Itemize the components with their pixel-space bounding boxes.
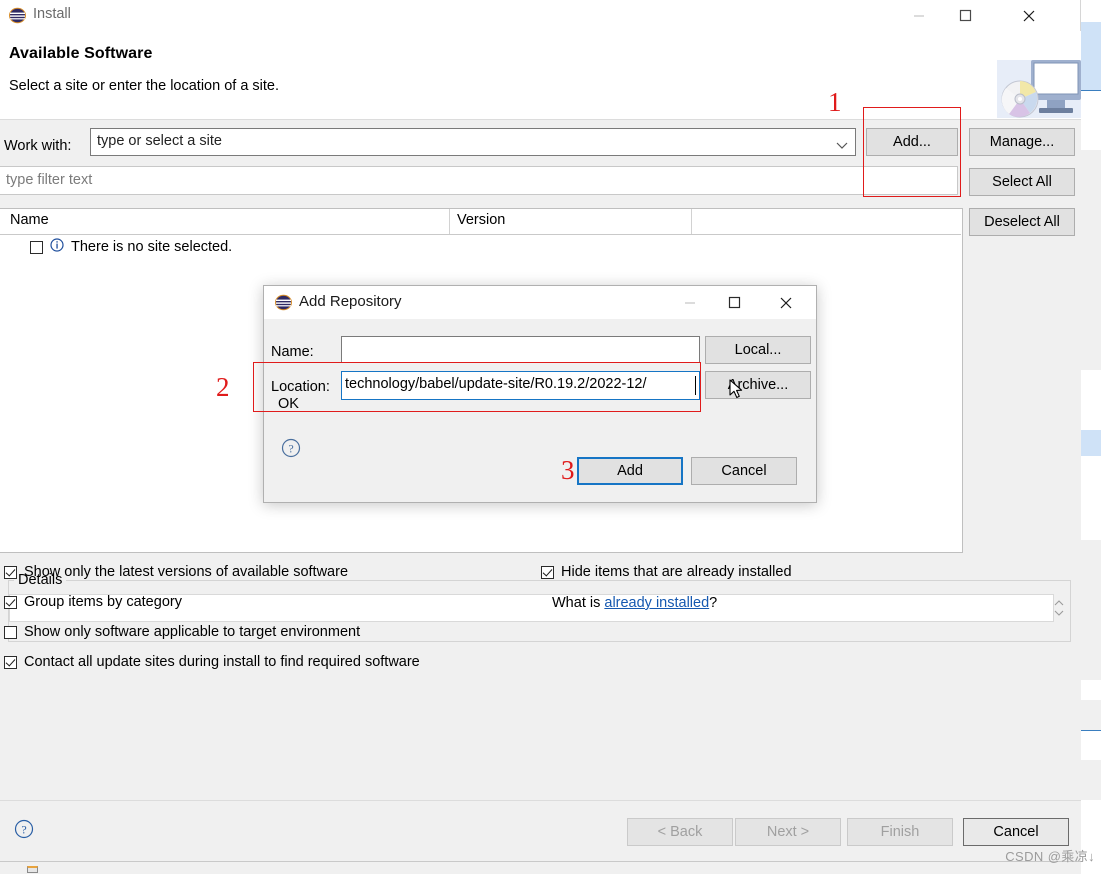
close-icon[interactable] bbox=[764, 286, 808, 319]
what-is-suffix: ? bbox=[709, 595, 718, 611]
manage-button[interactable]: Manage... bbox=[969, 128, 1075, 156]
location-input[interactable]: technology/babel/update-site/R0.19.2/202… bbox=[341, 371, 700, 400]
local-button[interactable]: Local... bbox=[705, 336, 811, 364]
background-panel bbox=[1081, 150, 1101, 370]
back-button[interactable]: < Back bbox=[627, 818, 733, 846]
background-window bbox=[1081, 0, 1101, 873]
filter-input[interactable]: type filter text bbox=[0, 166, 958, 195]
dialog-status-text: OK bbox=[278, 396, 299, 412]
page-subtitle: Select a site or enter the location of a… bbox=[9, 78, 280, 94]
dialog-cancel-button[interactable]: Cancel bbox=[691, 457, 797, 485]
location-value: technology/babel/update-site/R0.19.2/202… bbox=[345, 376, 647, 392]
column-divider-1 bbox=[449, 209, 450, 234]
table-header: Name Version bbox=[0, 209, 961, 235]
already-installed-link[interactable]: already installed bbox=[604, 595, 709, 611]
background-panel-4 bbox=[1081, 760, 1101, 800]
archive-button[interactable]: Archive... bbox=[705, 371, 811, 399]
title-bar: Install bbox=[0, 0, 1080, 31]
mouse-pointer-icon bbox=[729, 379, 745, 405]
chevron-down-icon bbox=[836, 138, 848, 154]
close-icon[interactable] bbox=[1006, 0, 1052, 31]
work-with-label: Work with: bbox=[4, 138, 72, 154]
what-is-prefix: What is bbox=[552, 595, 605, 611]
background-highlight-2 bbox=[1081, 430, 1101, 456]
checkbox[interactable] bbox=[4, 565, 17, 579]
spinner-arrows-icon[interactable] bbox=[1052, 594, 1066, 622]
background-accent-line bbox=[1081, 90, 1101, 91]
add-site-button[interactable]: Add... bbox=[866, 128, 958, 156]
finish-button[interactable]: Finish bbox=[847, 818, 953, 846]
help-icon[interactable]: ? bbox=[14, 819, 34, 843]
dialog-title-bar: Add Repository bbox=[264, 286, 816, 319]
add-repository-dialog: Add Repository Name: Location: technolog… bbox=[263, 285, 817, 503]
option-latest-versions[interactable]: Show only the latest versions of availab… bbox=[4, 564, 348, 580]
bottom-nub bbox=[27, 866, 38, 873]
option-label: Show only software applicable to target … bbox=[24, 624, 361, 640]
what-is-installed-text: What is already installed? bbox=[552, 595, 717, 611]
background-highlight bbox=[1081, 22, 1101, 90]
svg-text:?: ? bbox=[21, 823, 26, 837]
name-input[interactable] bbox=[341, 336, 700, 363]
checkbox[interactable] bbox=[4, 655, 17, 669]
minimize-icon[interactable] bbox=[668, 286, 712, 319]
work-with-value: type or select a site bbox=[97, 133, 222, 149]
row-name: There is no site selected. bbox=[71, 239, 233, 255]
option-contact-update-sites[interactable]: Contact all update sites during install … bbox=[4, 654, 420, 670]
eclipse-sphere-icon bbox=[9, 7, 26, 24]
checkbox[interactable] bbox=[541, 565, 554, 579]
dialog-title: Add Repository bbox=[299, 293, 402, 310]
background-accent-line-2 bbox=[1081, 730, 1101, 731]
table-row[interactable]: There is no site selected. bbox=[0, 235, 232, 259]
window-title: Install bbox=[33, 6, 71, 22]
option-applicable-target[interactable]: Show only software applicable to target … bbox=[4, 624, 360, 640]
option-label: Group items by category bbox=[24, 594, 182, 610]
deselect-all-button[interactable]: Deselect All bbox=[969, 208, 1075, 236]
maximize-icon[interactable] bbox=[942, 0, 988, 31]
bottom-strip bbox=[0, 861, 1081, 874]
watermark: CSDN @乘凉↓ bbox=[1005, 849, 1095, 864]
option-label: Hide items that are already installed bbox=[561, 564, 792, 580]
column-header-name: Name bbox=[10, 212, 49, 228]
location-label: Location: bbox=[271, 379, 330, 395]
option-group-by-category[interactable]: Group items by category bbox=[4, 594, 182, 610]
column-header-version: Version bbox=[457, 212, 506, 228]
option-hide-installed[interactable]: Hide items that are already installed bbox=[541, 564, 792, 580]
help-icon[interactable]: ? bbox=[281, 438, 301, 462]
background-panel-3 bbox=[1081, 700, 1101, 730]
info-icon bbox=[50, 238, 64, 256]
checkbox[interactable] bbox=[4, 595, 17, 609]
dialog-add-button[interactable]: Add bbox=[577, 457, 683, 485]
work-with-combobox[interactable]: type or select a site bbox=[90, 128, 856, 156]
option-label: Show only the latest versions of availab… bbox=[24, 564, 349, 580]
option-label: Contact all update sites during install … bbox=[24, 654, 420, 670]
monitor-cd-icon bbox=[997, 56, 1081, 120]
maximize-icon[interactable] bbox=[712, 286, 756, 319]
name-label: Name: bbox=[271, 344, 314, 360]
checkbox[interactable] bbox=[4, 625, 17, 639]
row-checkbox[interactable] bbox=[30, 240, 43, 254]
text-caret bbox=[695, 376, 696, 395]
next-button[interactable]: Next > bbox=[735, 818, 841, 846]
cancel-button[interactable]: Cancel bbox=[963, 818, 1069, 846]
filter-placeholder: type filter text bbox=[6, 172, 93, 188]
wizard-footer: ? < Back Next > Finish Cancel bbox=[0, 800, 1081, 862]
minimize-icon[interactable] bbox=[896, 0, 942, 31]
svg-text:?: ? bbox=[288, 442, 293, 456]
select-all-button[interactable]: Select All bbox=[969, 168, 1075, 196]
page-title: Available Software bbox=[9, 45, 153, 62]
column-divider-2 bbox=[691, 209, 692, 234]
wizard-header: Available Software Select a site or ente… bbox=[0, 31, 1081, 120]
background-panel-2 bbox=[1081, 540, 1101, 680]
eclipse-sphere-icon bbox=[275, 294, 292, 311]
